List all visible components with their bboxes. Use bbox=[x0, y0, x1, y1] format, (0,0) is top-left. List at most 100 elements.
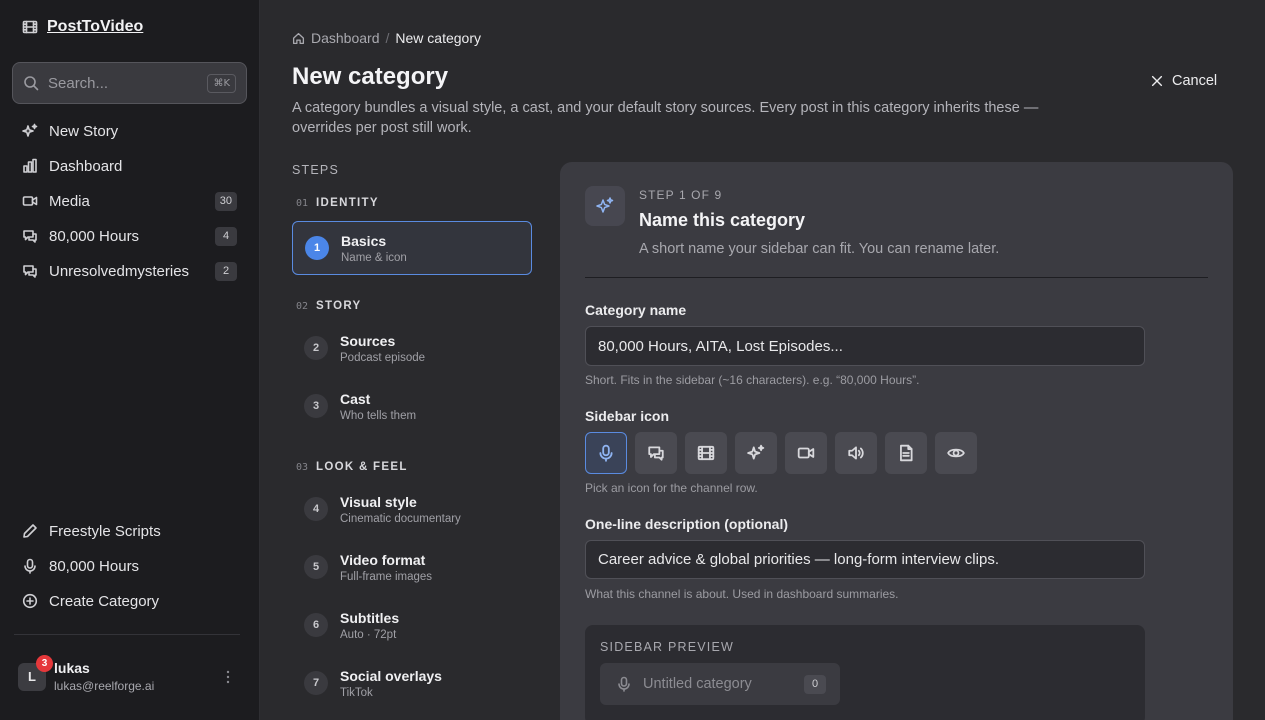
sidebar-preview-item: Untitled category 0 bbox=[600, 663, 840, 705]
more-vertical-icon[interactable] bbox=[226, 670, 230, 684]
icon-option-film[interactable] bbox=[685, 432, 727, 474]
video-icon bbox=[22, 193, 38, 209]
chat-bubbles-icon bbox=[22, 263, 38, 279]
step-visual-style[interactable]: 4 Visual style Cinematic documentary bbox=[292, 482, 532, 536]
step-title: Basics bbox=[341, 232, 387, 249]
panel-divider bbox=[585, 277, 1208, 278]
step-subtitle: TikTok bbox=[340, 686, 373, 699]
step-subtitle: Cinematic documentary bbox=[340, 512, 461, 525]
step-number: 3 bbox=[304, 394, 328, 418]
preview-count-badge: 0 bbox=[804, 674, 826, 694]
search-placeholder: Search... bbox=[48, 74, 109, 92]
step-number: 7 bbox=[304, 671, 328, 695]
step-form-panel: STEP 1 OF 9 Name this category A short n… bbox=[560, 162, 1233, 720]
nav-label: New Story bbox=[49, 122, 119, 140]
nav-freestyle-scripts[interactable]: Freestyle Scripts bbox=[12, 515, 247, 547]
nav-new-story[interactable]: New Story bbox=[12, 115, 247, 147]
step-sources[interactable]: 2 Sources Podcast episode bbox=[292, 321, 532, 375]
count-badge: 30 bbox=[214, 191, 237, 211]
steps-title: STEPS bbox=[292, 163, 339, 177]
nav-media[interactable]: Media 30 bbox=[12, 185, 247, 217]
sidebar-preview: SIDEBAR PREVIEW Untitled category 0 bbox=[585, 625, 1145, 720]
nav-category-80000-hours[interactable]: 80,000 Hours 4 bbox=[12, 220, 247, 252]
panel-title: Name this category bbox=[639, 210, 806, 230]
microphone-icon bbox=[597, 444, 615, 462]
nav-category-unresolvedmysteries[interactable]: Unresolvedmysteries 2 bbox=[12, 255, 247, 287]
sidebar: PostToVideo Search... ⌘K New Story Dashb… bbox=[0, 0, 260, 720]
nav-label: Unresolvedmysteries bbox=[49, 262, 190, 280]
category-name-placeholder: 80,000 Hours, AITA, Lost Episodes... bbox=[598, 337, 843, 355]
speaker-icon bbox=[847, 444, 865, 462]
close-icon bbox=[1150, 74, 1164, 88]
user-profile[interactable]: L 3 lukas lukas@reelforge.ai bbox=[18, 654, 155, 693]
category-name-input[interactable]: 80,000 Hours, AITA, Lost Episodes... bbox=[585, 326, 1145, 366]
step-subtitle: Podcast episode bbox=[340, 351, 426, 364]
step-number: 5 bbox=[304, 555, 328, 579]
step-social-overlays[interactable]: 7 Social overlays TikTok bbox=[292, 656, 532, 710]
step-subtitle: Full-frame images bbox=[340, 570, 433, 583]
sidebar-icon-label: Sidebar icon bbox=[585, 408, 670, 424]
nav-label: Freestyle Scripts bbox=[49, 522, 161, 540]
step-title: Cast bbox=[340, 390, 371, 407]
step-title: Sources bbox=[340, 332, 396, 349]
icon-option-microphone[interactable] bbox=[585, 432, 627, 474]
step-title: Subtitles bbox=[340, 609, 400, 626]
icon-option-speaker[interactable] bbox=[835, 432, 877, 474]
icon-option-eye[interactable] bbox=[935, 432, 977, 474]
search-input[interactable]: Search... ⌘K bbox=[12, 62, 247, 104]
step-basics[interactable]: 1 Basics Name & icon bbox=[292, 221, 532, 275]
group-number: 02 bbox=[296, 301, 309, 312]
notification-badge: 3 bbox=[36, 654, 53, 672]
count-badge: 4 bbox=[215, 226, 237, 246]
icon-option-video[interactable] bbox=[785, 432, 827, 474]
avatar-initial: L bbox=[28, 669, 36, 684]
home-icon bbox=[292, 32, 305, 45]
cancel-button[interactable]: Cancel bbox=[1150, 71, 1217, 91]
step-video-format[interactable]: 5 Video format Full-frame images bbox=[292, 540, 532, 594]
nav-80000-hours-podcast[interactable]: 80,000 Hours bbox=[12, 550, 247, 582]
step-subtitles[interactable]: 6 Subtitles Auto · 72pt bbox=[292, 598, 532, 652]
sparkles-icon bbox=[747, 444, 765, 462]
nav-label: 80,000 Hours bbox=[49, 227, 140, 245]
icon-option-chat-bubbles[interactable] bbox=[635, 432, 677, 474]
description-hint: What this channel is about. Used in dash… bbox=[585, 587, 899, 601]
description-label: One-line description (optional) bbox=[585, 516, 788, 532]
group-name: LOOK & FEEL bbox=[316, 461, 408, 473]
step-number: 6 bbox=[304, 613, 328, 637]
icon-picker bbox=[585, 432, 977, 474]
app-logo[interactable]: PostToVideo bbox=[22, 18, 143, 36]
avatar: L 3 bbox=[18, 654, 53, 691]
chat-bubbles-icon bbox=[22, 228, 38, 244]
nav-label: 80,000 Hours bbox=[49, 557, 140, 575]
microphone-icon bbox=[22, 558, 38, 574]
breadcrumb-dashboard[interactable]: Dashboard bbox=[311, 30, 380, 46]
film-icon bbox=[697, 444, 715, 462]
chat-bubbles-icon bbox=[647, 444, 665, 462]
step-cast[interactable]: 3 Cast Who tells them bbox=[292, 379, 532, 433]
description-input[interactable]: Career advice & global priorities — long… bbox=[585, 540, 1145, 579]
app-name: PostToVideo bbox=[47, 18, 144, 35]
page-description: A category bundles a visual style, a cas… bbox=[292, 100, 1039, 136]
nav-dashboard[interactable]: Dashboard bbox=[12, 150, 247, 182]
step-subtitle: Auto · 72pt bbox=[340, 628, 397, 641]
nav-label: Dashboard bbox=[49, 157, 123, 175]
step-number: 2 bbox=[304, 336, 328, 360]
step-subtitle: Name & icon bbox=[341, 251, 407, 264]
step-title: Social overlays bbox=[340, 667, 442, 684]
group-number: 01 bbox=[296, 198, 309, 209]
user-email: lukas@reelforge.ai bbox=[54, 679, 155, 693]
sidebar-divider bbox=[14, 634, 240, 635]
breadcrumb-current: New category bbox=[395, 30, 481, 46]
sparkles-icon bbox=[585, 186, 625, 226]
bar-chart-icon bbox=[22, 158, 38, 174]
sparkles-icon bbox=[22, 123, 38, 139]
icon-option-sparkles[interactable] bbox=[735, 432, 777, 474]
group-number: 03 bbox=[296, 462, 309, 473]
search-shortcut: ⌘K bbox=[207, 73, 236, 93]
nav-create-category[interactable]: Create Category bbox=[12, 585, 247, 617]
nav-label: Create Category bbox=[49, 592, 160, 610]
pencil-icon bbox=[22, 523, 38, 539]
step-title: Video format bbox=[340, 551, 426, 568]
film-icon bbox=[22, 19, 38, 35]
icon-option-document[interactable] bbox=[885, 432, 927, 474]
